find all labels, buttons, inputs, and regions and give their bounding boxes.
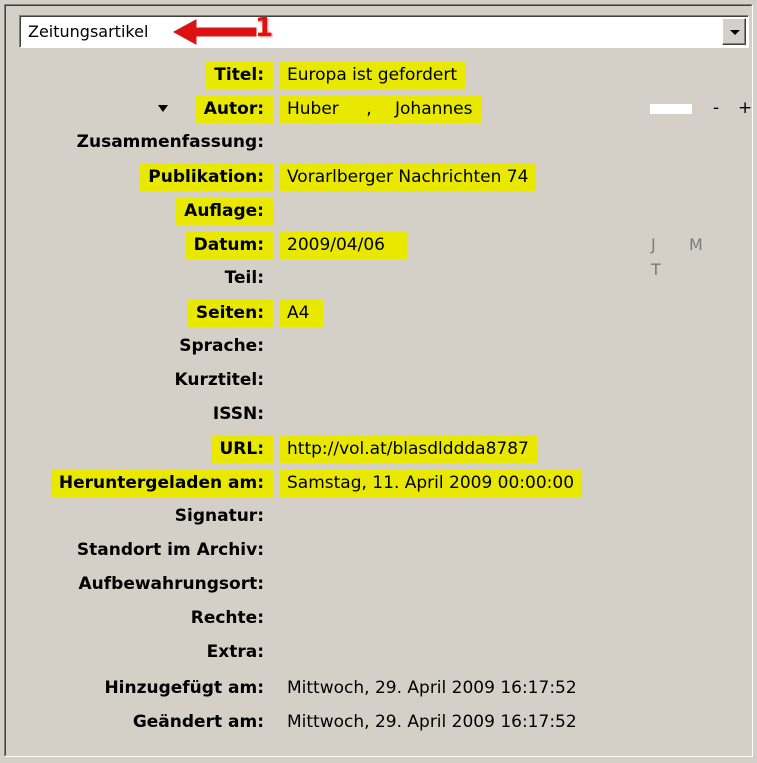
field-label-edition: Auflage: xyxy=(176,198,273,225)
field-value-accessed[interactable]: Samstag, 11. April 2009 00:00:00 xyxy=(279,470,583,497)
add-author-button[interactable]: + xyxy=(738,96,752,121)
dropdown-button[interactable] xyxy=(722,18,746,45)
field-row-rights: Rechte: xyxy=(0,602,757,636)
field-value-date-modified: Mittwoch, 29. April 2009 16:17:52 xyxy=(287,712,577,732)
field-row-section: Teil: xyxy=(0,262,757,296)
author-mode-switch[interactable] xyxy=(650,104,692,114)
field-value-url[interactable]: http://vol.at/blasdlddda8787 xyxy=(279,436,537,463)
field-label-pages: Seiten: xyxy=(187,300,273,327)
creator-type-dropdown-icon[interactable] xyxy=(158,105,168,112)
field-row-call-number: Signatur: xyxy=(0,500,757,534)
field-label-rights: Rechte: xyxy=(190,608,264,628)
field-row-abstract: Zusammenfassung: xyxy=(0,126,757,160)
field-row-issn: ISSN: xyxy=(0,398,757,432)
field-label-url[interactable]: URL: xyxy=(211,436,273,463)
field-value-pages[interactable]: A4 xyxy=(279,300,324,327)
field-label-author[interactable]: Autor: xyxy=(195,96,273,123)
chevron-down-icon xyxy=(730,30,740,35)
field-label-library-catalog: Aufbewahrungsort: xyxy=(78,574,265,594)
author-first-name[interactable]: Johannes xyxy=(395,97,472,122)
field-row-extra: Extra: xyxy=(0,636,757,670)
field-value-date[interactable]: 2009/04/06 xyxy=(279,232,407,259)
field-label-section: Teil: xyxy=(224,268,264,288)
author-separator: , xyxy=(366,99,372,119)
field-row-pages: Seiten: A4 xyxy=(0,296,757,330)
field-label-issn: ISSN: xyxy=(212,404,264,424)
field-value-title[interactable]: Europa ist gefordert xyxy=(279,62,466,89)
field-row-date: Datum: 2009/04/06 J MT xyxy=(0,228,757,279)
annotation-number: 1 xyxy=(255,13,274,43)
field-row-author: Autor: Huber , Johannes - + xyxy=(0,92,757,126)
field-row-library-catalog: Aufbewahrungsort: xyxy=(0,568,757,602)
field-label-publication: Publikation: xyxy=(140,164,273,191)
field-row-date-added: Hinzugefügt am: Mittwoch, 29. April 2009… xyxy=(0,672,757,706)
field-row-date-modified: Geändert am: Mittwoch, 29. April 2009 16… xyxy=(0,706,757,740)
field-row-language: Sprache: xyxy=(0,330,757,364)
field-label-date-added: Hinzugefügt am: xyxy=(104,678,264,698)
field-row-publication: Publikation: Vorarlberger Nachrichten 74 xyxy=(0,160,757,194)
field-label-call-number: Signatur: xyxy=(174,506,264,526)
field-label-abstract: Zusammenfassung: xyxy=(76,132,264,152)
field-label-date-modified: Geändert am: xyxy=(132,712,264,732)
field-row-url: URL: http://vol.at/blasdlddda8787 xyxy=(0,432,757,466)
field-row-archive-location: Standort im Archiv: xyxy=(0,534,757,568)
item-type-value: Zeitungsartikel xyxy=(28,22,149,41)
field-row-edition: Auflage: xyxy=(0,194,757,228)
field-label-title: Titel: xyxy=(206,62,273,89)
field-label-archive-location: Standort im Archiv: xyxy=(76,540,264,560)
field-label-short-title: Kurztitel: xyxy=(174,370,265,390)
date-order-month: M xyxy=(689,235,703,254)
field-row-title: Titel: Europa ist gefordert xyxy=(0,58,757,92)
field-value-author: Huber , Johannes xyxy=(279,96,481,123)
remove-author-button[interactable]: - xyxy=(713,96,719,121)
date-order-year: J xyxy=(651,235,656,254)
field-row-accessed: Heruntergeladen am: Samstag, 11. April 2… xyxy=(0,466,757,500)
field-value-publication[interactable]: Vorarlberger Nachrichten 74 xyxy=(279,164,537,191)
field-value-date-added: Mittwoch, 29. April 2009 16:17:52 xyxy=(287,678,577,698)
field-label-date: Datum: xyxy=(185,232,273,259)
field-label-language: Sprache: xyxy=(179,336,264,356)
field-label-extra: Extra: xyxy=(206,642,264,662)
field-row-short-title: Kurztitel: xyxy=(0,364,757,398)
author-last-name[interactable]: Huber xyxy=(287,97,339,122)
item-type-select[interactable]: Zeitungsartikel xyxy=(19,15,749,48)
field-label-accessed: Heruntergeladen am: xyxy=(50,470,273,497)
